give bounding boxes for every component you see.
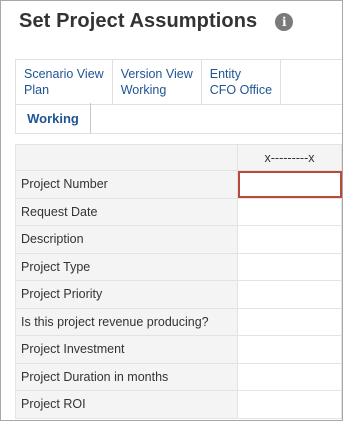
pov-version-dimension: Version View	[120, 67, 193, 81]
row-label: Request Date	[15, 197, 238, 226]
pov-entity-member: CFO Office	[209, 83, 273, 97]
row-label: Project Type	[15, 252, 238, 281]
project-duration-cell[interactable]	[237, 362, 342, 391]
grid-corner-cell	[15, 144, 238, 171]
data-grid: x---------x Project Number Request Date …	[15, 144, 342, 419]
row-label: Project Duration in months	[15, 362, 238, 391]
pov-scenario-member: Plan	[24, 83, 50, 97]
row-label: Is this project revenue producing?	[15, 307, 238, 336]
grid-row-project-roi: Project ROI	[15, 390, 342, 419]
grid-column-header: x---------x	[237, 144, 342, 171]
pov-entity-dimension: Entity	[209, 67, 241, 81]
grid-row-project-number: Project Number	[15, 170, 342, 199]
pov-scenario-dimension: Scenario View	[24, 67, 104, 81]
project-priority-cell[interactable]	[237, 280, 342, 309]
project-investment-cell[interactable]	[237, 335, 342, 364]
revenue-producing-cell[interactable]	[237, 307, 342, 336]
title-row: Set Project Assumptions i	[19, 10, 294, 33]
grid-row-revenue-producing: Is this project revenue producing?	[15, 307, 342, 336]
tab-working[interactable]: Working	[15, 103, 91, 133]
form-panel: Set Project Assumptions i Scenario View …	[0, 0, 343, 421]
project-roi-cell[interactable]	[237, 390, 342, 419]
info-icon[interactable]: i	[275, 12, 294, 31]
project-type-cell[interactable]	[237, 252, 342, 281]
grid-row-project-investment: Project Investment	[15, 335, 342, 364]
grid-row-request-date: Request Date	[15, 197, 342, 226]
row-label: Project Number	[15, 170, 238, 199]
tab-bar: Working	[15, 103, 342, 134]
page-title: Set Project Assumptions	[19, 10, 258, 32]
grid-row-project-duration: Project Duration in months	[15, 362, 342, 391]
description-cell[interactable]	[237, 225, 342, 254]
grid-row-project-type: Project Type	[15, 252, 342, 281]
row-label: Project Investment	[15, 335, 238, 364]
row-label: Description	[15, 225, 238, 254]
grid-row-description: Description	[15, 225, 342, 254]
row-label: Project Priority	[15, 280, 238, 309]
grid-header-row: x---------x	[15, 144, 342, 171]
pov-bar: Scenario View Plan Version View Working …	[15, 59, 342, 105]
request-date-cell[interactable]	[237, 197, 342, 226]
project-number-cell[interactable]	[237, 170, 342, 199]
pov-version-member: Working	[120, 83, 167, 97]
grid-row-project-priority: Project Priority	[15, 280, 342, 309]
row-label: Project ROI	[15, 390, 238, 419]
pov-version[interactable]: Version View Working	[113, 60, 202, 104]
pov-scenario[interactable]: Scenario View Plan	[15, 60, 113, 104]
pov-entity[interactable]: Entity CFO Office	[202, 60, 282, 104]
